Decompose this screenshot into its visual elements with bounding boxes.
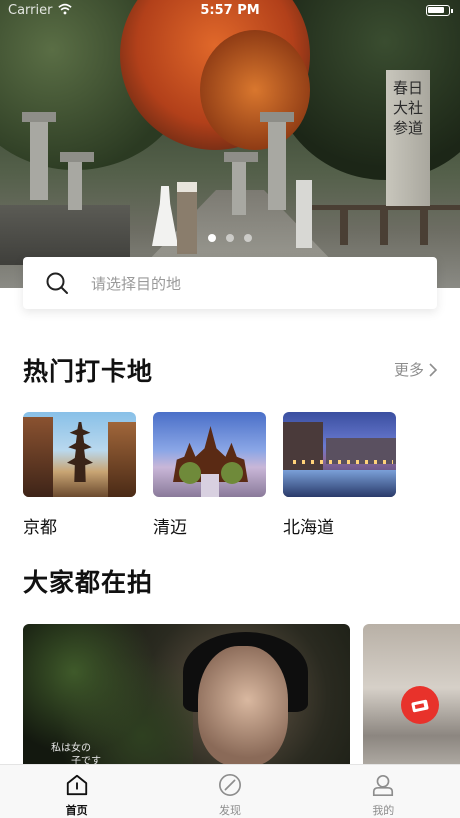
compass-icon (218, 774, 241, 796)
hero-banner[interactable]: 春日大社参道 (0, 0, 460, 288)
tab-discover[interactable]: 发现 (153, 765, 306, 818)
tab-home[interactable]: 首页 (0, 765, 153, 818)
hero-lantern (260, 112, 294, 210)
hero-lantern (22, 112, 56, 200)
destination-name: 北海道 (283, 518, 334, 538)
photo-feed: 私は女の 子です (23, 624, 460, 784)
search-placeholder: 请选择目的地 (91, 274, 182, 293)
more-label: 更多 (393, 361, 424, 379)
destination-card-hokkaido[interactable]: 北海道 (283, 412, 396, 538)
status-bar: Carrier 5:57 PM (0, 0, 460, 22)
destination-search[interactable]: 请选择目的地 (23, 257, 437, 309)
hero-stone-marker: 春日大社参道 (386, 70, 430, 206)
hero-bride (152, 186, 178, 246)
user-icon (373, 774, 394, 796)
tab-bar: 首页 发现 我的 (0, 764, 460, 818)
search-icon (46, 272, 68, 294)
destination-card-kyoto[interactable]: 京都 (23, 412, 136, 538)
tab-label: 我的 (372, 804, 395, 817)
more-button[interactable]: 更多 (394, 359, 438, 380)
carousel-indicator (208, 234, 252, 242)
carousel-dot[interactable] (244, 234, 252, 242)
tab-label: 首页 (65, 804, 88, 817)
home-icon (66, 774, 87, 796)
tab-profile[interactable]: 我的 (307, 765, 460, 818)
chevron-right-icon (429, 362, 438, 377)
hero-lantern (224, 152, 258, 215)
hero-stone-wall (0, 205, 130, 265)
hero-maple-tree (200, 30, 310, 150)
destination-name: 京都 (23, 518, 57, 538)
carousel-dot[interactable] (226, 234, 234, 242)
hero-lantern (60, 152, 94, 210)
destination-image (283, 412, 396, 497)
feed-photo[interactable]: 私は女の 子です (23, 624, 350, 784)
hero-fence (300, 205, 460, 245)
status-time: 5:57 PM (200, 3, 260, 18)
destination-image (23, 412, 136, 497)
popular-section-title: 热门打卡地 (23, 357, 154, 386)
hero-groom (177, 182, 197, 254)
feed-section-title: 大家都在拍 (23, 568, 154, 597)
hero-signpost (296, 180, 312, 248)
video-badge-icon[interactable] (401, 686, 439, 724)
popular-list: 京都 清迈 北海道 (23, 412, 396, 538)
destination-image (153, 412, 266, 497)
feed-photo[interactable] (363, 624, 460, 784)
carousel-dot[interactable] (208, 234, 216, 242)
destination-name: 清迈 (153, 518, 187, 538)
tab-label: 发现 (218, 804, 241, 817)
destination-card-chiangmai[interactable]: 清迈 (153, 412, 266, 538)
battery-icon (426, 5, 453, 16)
